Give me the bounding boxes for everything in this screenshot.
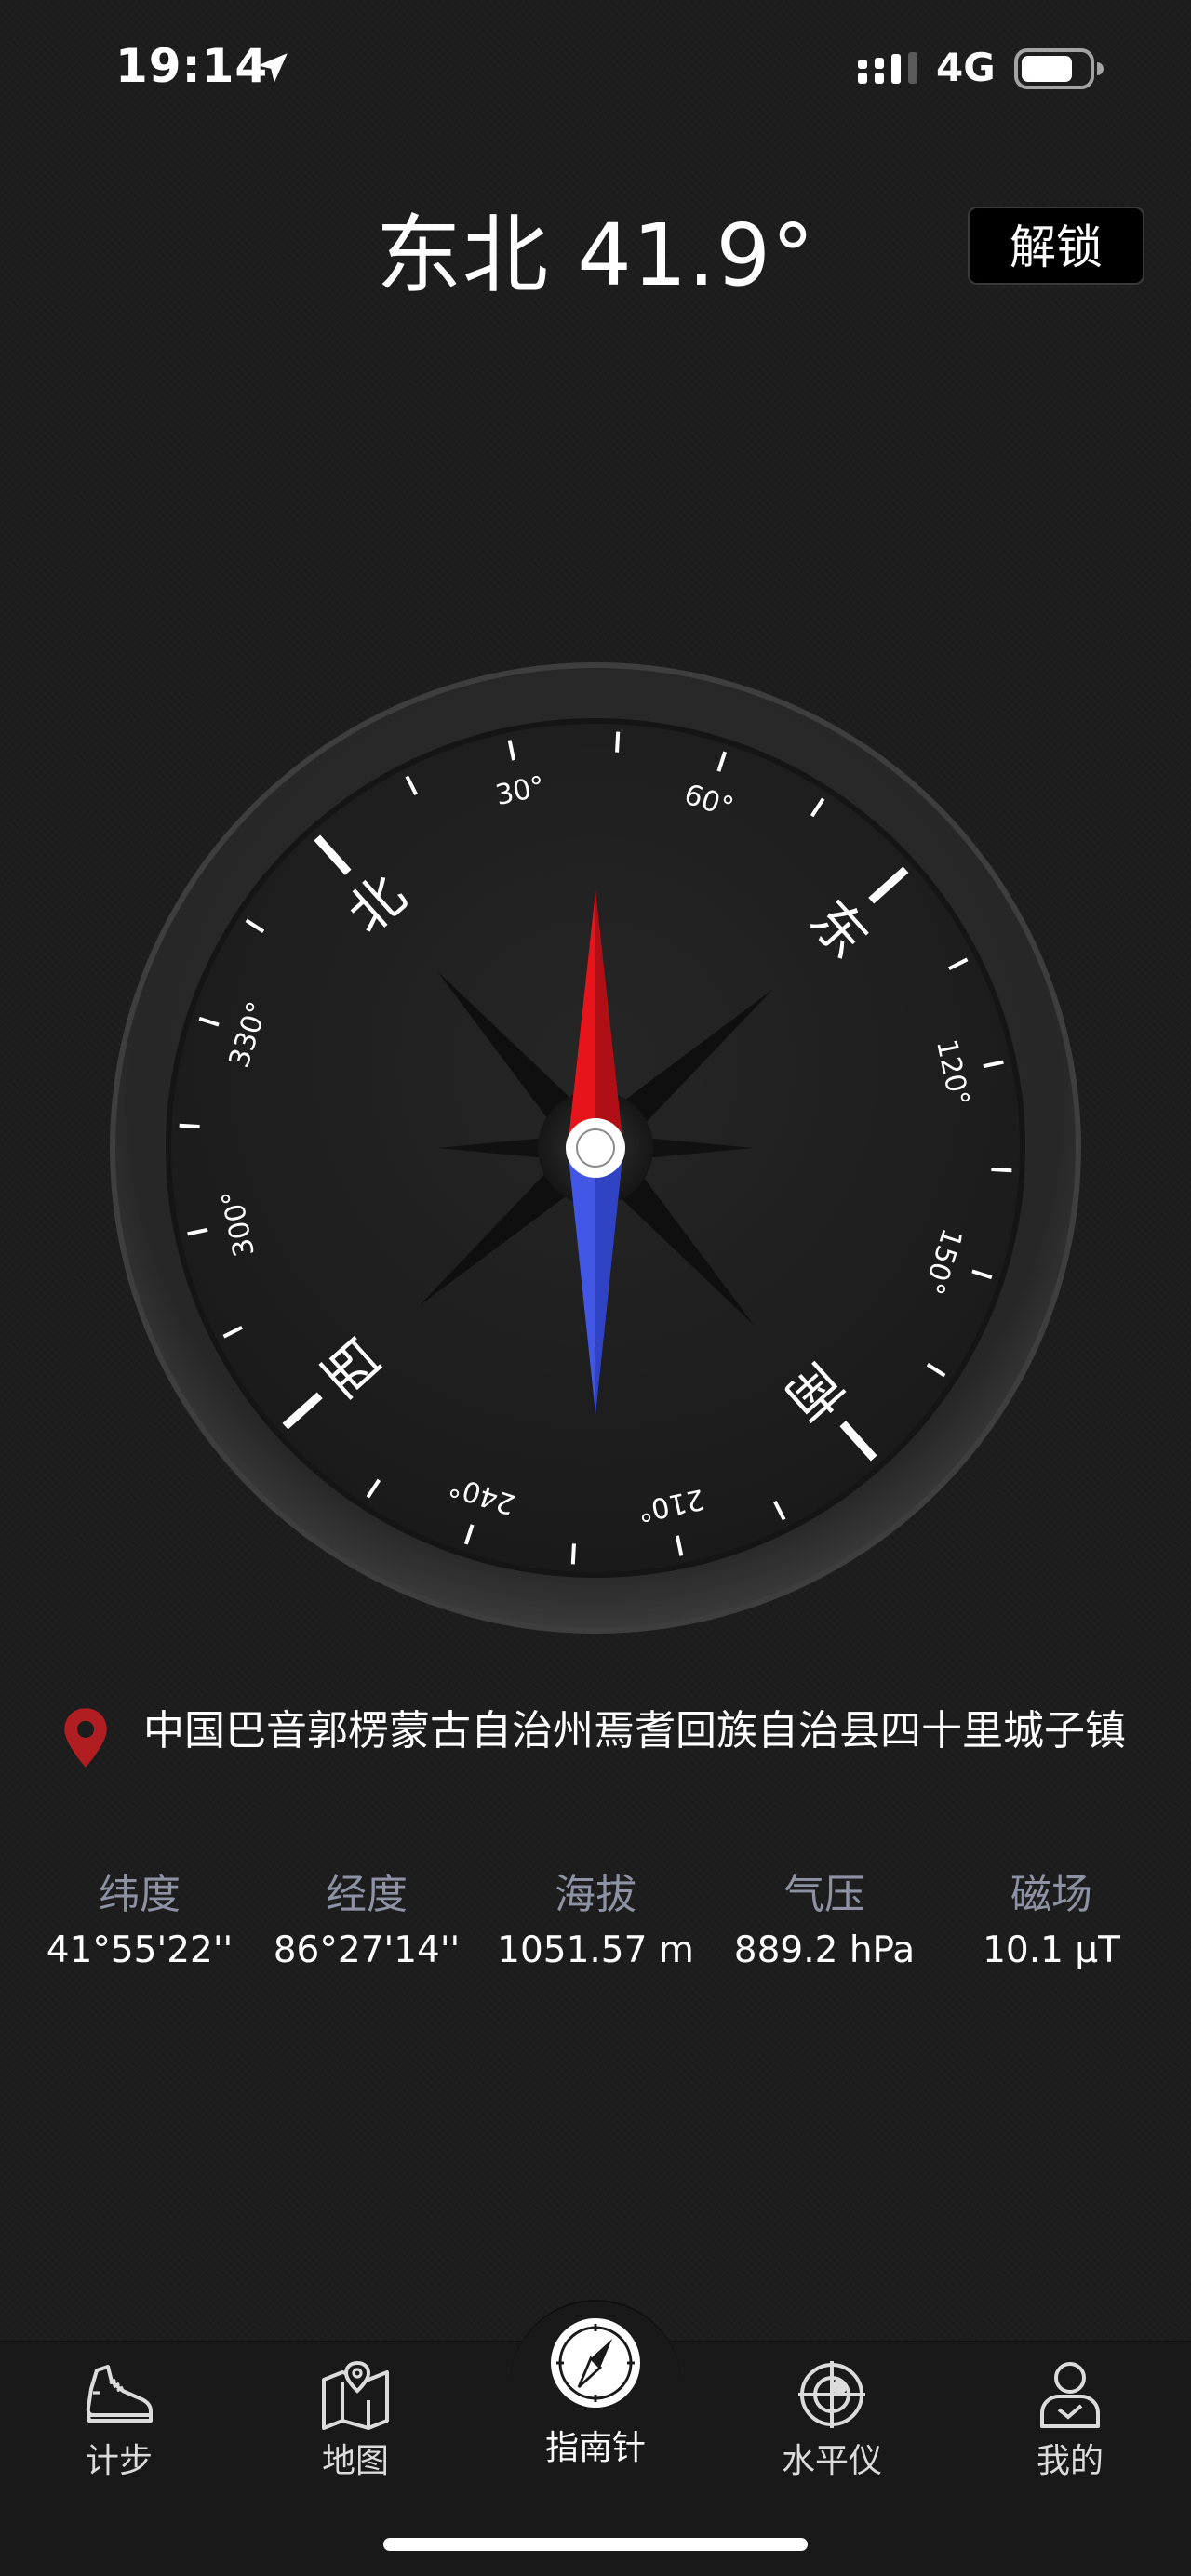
network-type: 4G	[936, 45, 996, 90]
tab-label: 地图	[321, 2442, 389, 2480]
level-icon	[798, 2361, 865, 2428]
compass-dial: 30° 60° 120° 150° 210° 240° 300° 330° 北东南西	[108, 661, 1083, 1635]
stat-value: 10.1 µT	[983, 1929, 1120, 1971]
tab-label: 水平仪	[781, 2442, 882, 2480]
status-time: 19:14	[115, 39, 269, 93]
tab-profile[interactable]: 我的	[977, 2359, 1163, 2499]
map-icon	[322, 2360, 389, 2430]
stat-pressure: 气压 889.2 hPa	[711, 1866, 938, 1971]
compass-svg: 30° 60°120°150°210°240°300°330° 北东南西	[110, 662, 1081, 1634]
unlock-button[interactable]: 解锁	[968, 207, 1144, 285]
stat-value: 889.2 hPa	[733, 1929, 916, 1971]
tab-pedometer[interactable]: 计步	[26, 2359, 212, 2499]
stat-label: 磁场	[1010, 1871, 1092, 1918]
stat-label: 海拔	[555, 1871, 636, 1918]
sensor-stats: 纬度 41°55'22'' 经度 86°27'14'' 海拔 1051.57 m…	[26, 1866, 1165, 1978]
battery-icon	[1014, 48, 1104, 89]
stat-label: 经度	[326, 1871, 408, 1918]
tab-level[interactable]: 水平仪	[739, 2359, 925, 2499]
compass-icon	[551, 2318, 640, 2408]
stat-magnetic-field: 磁场 10.1 µT	[938, 1866, 1165, 1971]
map-pin-icon	[64, 1708, 107, 1768]
stat-value: 86°27'14''	[273, 1929, 461, 1971]
tab-label: 指南针	[544, 2429, 646, 2467]
stat-label: 气压	[783, 1871, 865, 1918]
tab-compass[interactable]: 指南针	[502, 2316, 689, 2503]
tab-map[interactable]: 地图	[262, 2359, 448, 2499]
location-info: 中国巴音郭楞蒙古自治州焉耆回族自治县四十里城子镇	[56, 1704, 1135, 1816]
stat-longitude: 经度 86°27'14''	[253, 1866, 480, 1971]
home-indicator	[383, 2538, 808, 2551]
tab-label: 计步	[85, 2442, 153, 2480]
address-text: 中国巴音郭楞蒙古自治州焉耆回族自治县四十里城子镇	[143, 1707, 1126, 1755]
location-arrow-icon	[258, 53, 288, 83]
tab-label: 我的	[1036, 2442, 1104, 2480]
status-bar: 19:14 4G	[0, 0, 1191, 140]
stat-value: 41°55'22''	[46, 1929, 234, 1971]
stat-label: 纬度	[99, 1871, 181, 1918]
stat-latitude: 纬度 41°55'22''	[26, 1866, 253, 1971]
stat-altitude: 海拔 1051.57 m	[482, 1866, 709, 1971]
profile-icon	[1040, 2362, 1100, 2428]
shoe-icon	[86, 2365, 153, 2423]
signal-icon	[858, 52, 917, 84]
stat-value: 1051.57 m	[497, 1929, 694, 1971]
